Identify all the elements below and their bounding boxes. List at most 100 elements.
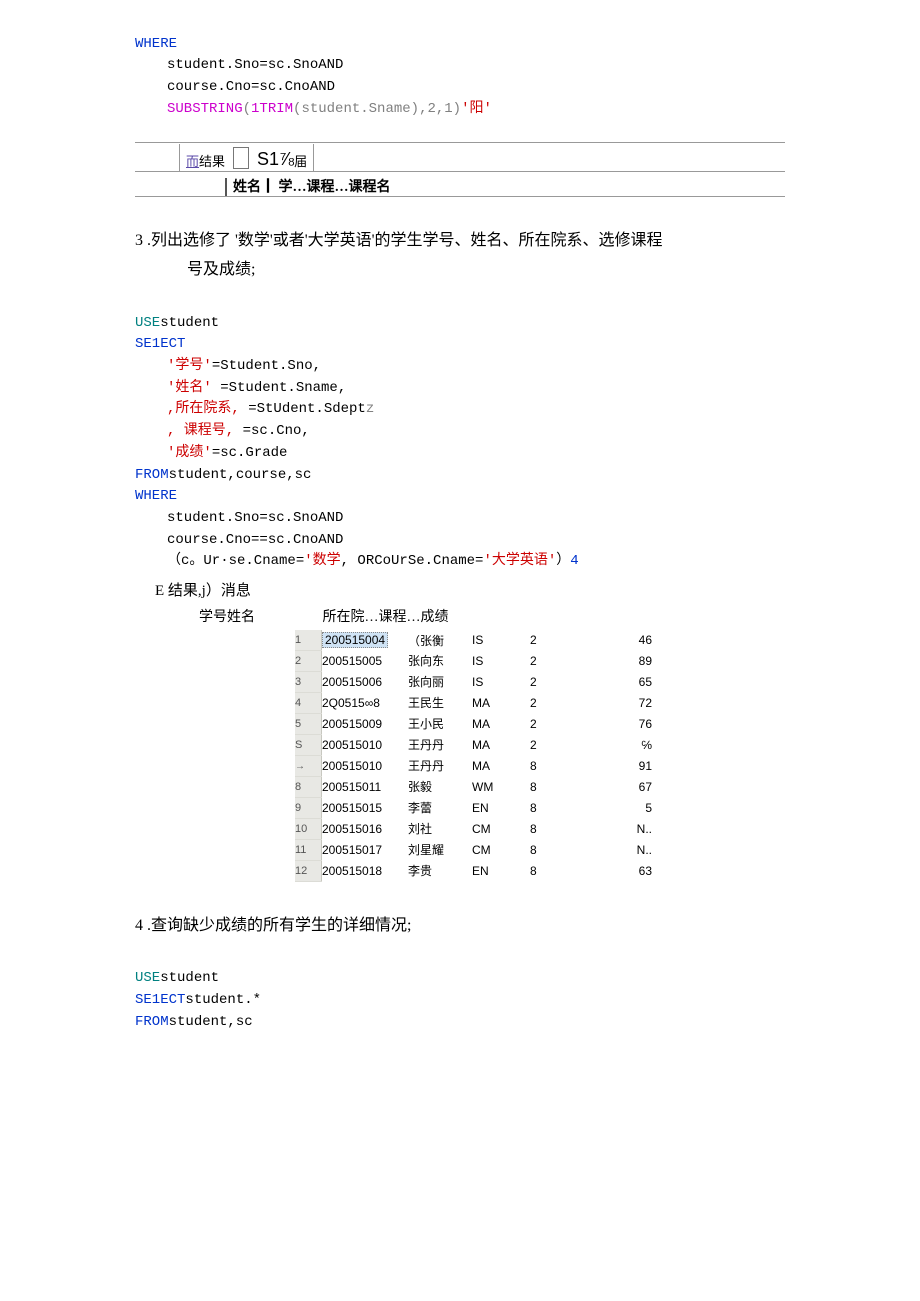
code-line: USEstudent bbox=[135, 315, 219, 331]
cell-name: 王丹丹 bbox=[408, 734, 472, 755]
code-line: course.Cno==sc.CnoAND bbox=[135, 532, 343, 548]
spacer bbox=[313, 144, 785, 171]
row-number-cell: 9 bbox=[295, 797, 322, 818]
code-line: student.Sno=sc.SnoAND bbox=[135, 57, 343, 73]
cell-name: 张向东 bbox=[408, 650, 472, 671]
cell-name: 刘星耀 bbox=[408, 839, 472, 860]
row-number-cell: 10 bbox=[295, 818, 322, 839]
cell-sno: 200515018 bbox=[322, 860, 409, 881]
code-line: , 课程号, =sc.Cno, bbox=[135, 423, 310, 439]
code-fragment: =Student.Sno, bbox=[212, 358, 321, 374]
row-number-cell: 12 bbox=[295, 860, 322, 881]
row-number-cell: 11 bbox=[295, 839, 322, 860]
cell-dept: EN bbox=[472, 797, 530, 818]
row-number-cell: 1 bbox=[295, 630, 322, 651]
code-line: FROMstudent,course,sc bbox=[135, 467, 311, 483]
cell-grade: N.. bbox=[600, 839, 652, 860]
ident: student bbox=[160, 970, 219, 986]
cell-grade: 65 bbox=[600, 671, 652, 692]
cell-dept: IS bbox=[472, 630, 530, 651]
code-line: '成绩'=sc.Grade bbox=[135, 445, 287, 461]
cell-dept: WM bbox=[472, 776, 530, 797]
table-row: S200515010王丹丹MA2℅ bbox=[295, 734, 652, 755]
hdr-left: 学号姓名 bbox=[199, 606, 319, 626]
kw-select: SE1ECT bbox=[135, 992, 185, 1008]
cell-name: 张毅 bbox=[408, 776, 472, 797]
cell-cno: 2 bbox=[530, 630, 600, 651]
code-fragment: =StUdent.Sdept bbox=[240, 401, 366, 417]
alias: , 课程号, bbox=[167, 423, 234, 439]
text-fragment: 结果 bbox=[199, 151, 225, 170]
table-row: 1200515004（张衡IS246 bbox=[295, 630, 652, 651]
cell-cno: 2 bbox=[530, 713, 600, 734]
question-4: 4 .查询缺少成绩的所有学生的详细情况; bbox=[135, 912, 785, 941]
cell-dept: MA bbox=[472, 734, 530, 755]
cell-sno: 200515017 bbox=[322, 839, 409, 860]
cell-dept: MA bbox=[472, 713, 530, 734]
cell-sno: 200515015 bbox=[322, 797, 409, 818]
text-fragment: S1⅞届 bbox=[251, 144, 313, 171]
string-literal: '数学 bbox=[304, 553, 340, 569]
alias: '姓名' bbox=[167, 380, 212, 396]
cell-cno: 2 bbox=[530, 671, 600, 692]
code-fragment: =sc.Cno, bbox=[234, 423, 310, 439]
cell-name: 李贵 bbox=[408, 860, 472, 881]
string-literal: '大学英语' bbox=[483, 553, 556, 569]
cell-sno: 200515010 bbox=[322, 755, 409, 776]
cell-cno: 8 bbox=[530, 797, 600, 818]
kw-from: FROM bbox=[135, 467, 169, 483]
results-messages-tab: E 结果,j）消息 bbox=[155, 579, 785, 600]
kw-where: WHERE bbox=[135, 488, 177, 504]
question-text-cont: 号及成绩; bbox=[187, 256, 785, 285]
row-number-cell: S bbox=[295, 734, 322, 755]
text-fragment: 届 bbox=[294, 151, 307, 170]
kw-where: WHERE bbox=[135, 36, 177, 52]
question-text: 4 .查询缺少成绩的所有学生的详细情况; bbox=[135, 917, 411, 934]
code-fragment: =sc.Grade bbox=[212, 445, 288, 461]
table-row: 2200515005张向东IS289 bbox=[295, 650, 652, 671]
cell-sno: 200515004 bbox=[322, 630, 409, 651]
code-fragment: （c。Ur·se.Cname= bbox=[167, 553, 304, 569]
row-number-cell bbox=[295, 755, 322, 776]
row-number-cell: 3 bbox=[295, 671, 322, 692]
code-fragment: , ORCoUrSe.Cname= bbox=[341, 553, 484, 569]
cell-sno: 200515016 bbox=[322, 818, 409, 839]
code-block-3: USEstudent SE1ECTstudent.* FROMstudent,s… bbox=[135, 947, 785, 1034]
table-row: 3200515006张向丽IS265 bbox=[295, 671, 652, 692]
table-row: 10200515016刘社CM8N.. bbox=[295, 818, 652, 839]
code-fragment: student,sc bbox=[169, 1014, 253, 1030]
table-row: 9200515015李蕾EN85 bbox=[295, 797, 652, 818]
sub: z bbox=[366, 401, 374, 417]
cell-name: （张衡 bbox=[408, 630, 472, 651]
result-label: 而结果 bbox=[179, 144, 231, 171]
table-row: 8200515011张毅WM867 bbox=[295, 776, 652, 797]
cell-sno: 2Q0515∞8 bbox=[322, 692, 409, 713]
row-number-cell: 5 bbox=[295, 713, 322, 734]
alias: '成绩' bbox=[167, 445, 212, 461]
code-fragment: student,course,sc bbox=[169, 467, 312, 483]
cell-cno: 2 bbox=[530, 734, 600, 755]
cell-dept: EN bbox=[472, 860, 530, 881]
fn-substring: SUBSTRING bbox=[167, 101, 243, 117]
code-line: course.Cno=sc.CnoAND bbox=[135, 79, 335, 95]
cell-grade: 89 bbox=[600, 650, 652, 671]
kw-from: FROM bbox=[135, 1014, 169, 1030]
code-line: FROMstudent,sc bbox=[135, 1014, 253, 1030]
cell-name: 王民生 bbox=[408, 692, 472, 713]
num: 4 bbox=[570, 553, 578, 569]
results-grid: 1200515004（张衡IS2462200515005张向东IS2893200… bbox=[295, 630, 785, 882]
row-number-cell: 4 bbox=[295, 692, 322, 713]
cell-cno: 2 bbox=[530, 650, 600, 671]
cell-sno: 200515011 bbox=[322, 776, 409, 797]
cell-name: 王丹丹 bbox=[408, 755, 472, 776]
cell-name: 张向丽 bbox=[408, 671, 472, 692]
table-row: 200515010王丹丹MA891 bbox=[295, 755, 652, 776]
cell-name: 王小民 bbox=[408, 713, 472, 734]
cell-cno: 8 bbox=[530, 818, 600, 839]
cell-grade: 76 bbox=[600, 713, 652, 734]
alias: '学号' bbox=[167, 358, 212, 374]
code-line: SUBSTRING(1TRIM(student.Sname),2,1)'阳' bbox=[135, 101, 492, 117]
fn-trim: 1TRIM bbox=[251, 101, 293, 117]
ident: student bbox=[160, 315, 219, 331]
code-line: '姓名' =Student.Sname, bbox=[135, 380, 346, 396]
